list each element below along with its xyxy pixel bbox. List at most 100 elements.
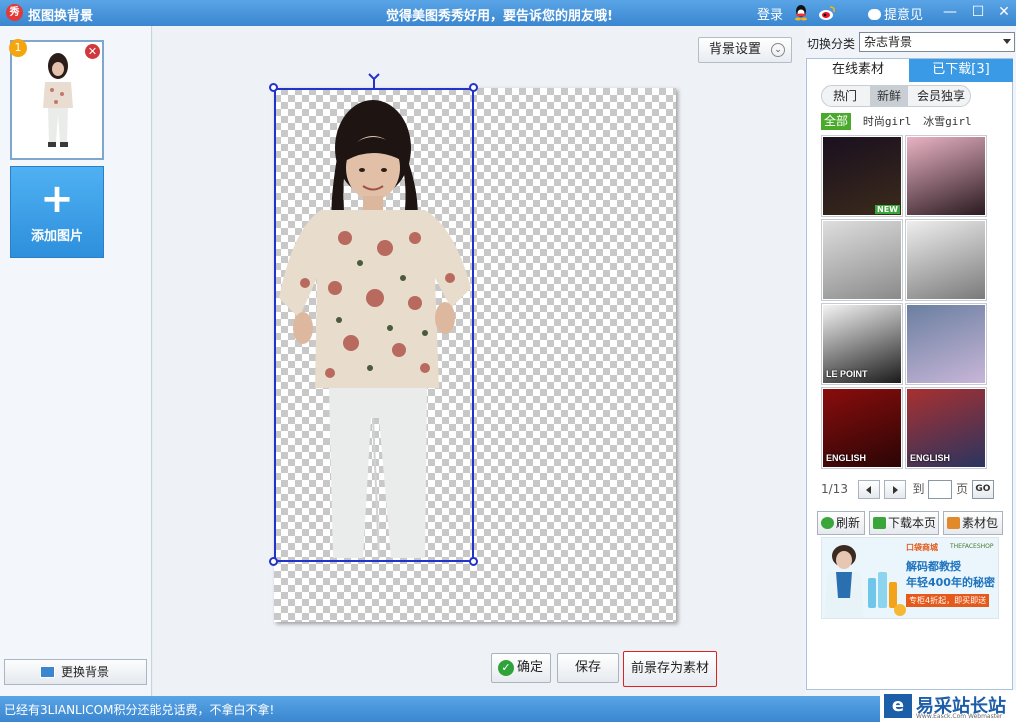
speech-bubble-icon	[868, 9, 881, 20]
material-tile-image	[907, 137, 985, 215]
selection-box[interactable]	[274, 88, 474, 562]
add-image-button[interactable]: + 添加图片	[10, 166, 104, 258]
slogan-text: 觉得美图秀秀好用，要告诉您的朋友哦!	[386, 9, 613, 24]
ad-cta: 专柜4折起，即买即送	[906, 594, 990, 607]
check-icon: ✓	[498, 660, 514, 676]
save-foreground-as-material-button[interactable]: 前景存为素材	[623, 651, 717, 687]
new-badge: NEW	[875, 205, 900, 214]
refresh-icon	[821, 517, 834, 529]
filter-bar: 全部 时尚girl 冰雪girl	[821, 113, 980, 130]
refresh-label: 刷新	[836, 516, 861, 530]
resize-handle-top-left[interactable]	[269, 83, 278, 92]
tab-downloaded[interactable]: 已下载[3]	[909, 59, 1013, 82]
refresh-button[interactable]: 刷新	[817, 511, 865, 535]
material-panel: 切换分类 杂志背景 在线素材 已下载[3] 热门 新鲜 会员独享 全部 时尚gi…	[805, 26, 1016, 696]
save-button[interactable]: 保存	[557, 653, 619, 683]
rotate-handle-icon[interactable]	[367, 72, 381, 88]
material-tile-caption: ENGLISH	[826, 453, 867, 463]
resize-handle-bottom-right[interactable]	[469, 557, 478, 566]
image-list-panel: 1 ✕ + 添加图片 更换背景	[0, 26, 152, 696]
site-logo-icon: e	[884, 694, 912, 718]
material-tile-image	[907, 305, 985, 383]
material-tile-image	[907, 221, 985, 299]
plus-icon: +	[40, 176, 74, 222]
maximize-button[interactable]: ☐	[968, 3, 988, 22]
category-value: 杂志背景	[864, 35, 913, 49]
change-background-label: 更换背景	[61, 665, 110, 679]
canvas-area: 背景设置 ⌄ ✓ 确定 保存 前景存为素材	[153, 26, 805, 696]
delete-icon[interactable]: ✕	[85, 44, 100, 59]
prev-page-button[interactable]	[857, 480, 880, 499]
material-tile-image: ENGLISH	[823, 389, 901, 467]
background-settings-label: 背景设置	[709, 42, 762, 57]
status-tip[interactable]: 已经有3LIANLICOM积分还能兑话费，不拿白不拿!	[4, 701, 274, 718]
filter-ice-girl[interactable]: 冰雪girl	[923, 113, 972, 130]
title-bar: 秀 抠图换背景 觉得美图秀秀好用，要告诉您的朋友哦! 登录 提意见 — ☐ ✕	[0, 0, 1016, 26]
category-select[interactable]: 杂志背景	[859, 32, 1015, 52]
material-box: 在线素材 已下载[3] 热门 新鲜 会员独享 全部 时尚girl 冰雪girl …	[806, 58, 1013, 690]
background-settings-dropdown[interactable]: 背景设置 ⌄	[698, 37, 792, 63]
next-page-button[interactable]	[883, 480, 906, 499]
site-watermark: e 易采站长站 Www.Easck.Com Webmaster	[880, 690, 1016, 722]
app-icon: 秀	[6, 4, 23, 21]
ad-headline-2: 年轻400年的秘密	[906, 576, 995, 589]
download-page-label: 下载本页	[888, 516, 937, 530]
subtab-member-exclusive[interactable]: 会员独享	[912, 86, 970, 106]
material-tile-image: NEW	[823, 137, 901, 215]
category-label: 切换分类	[807, 37, 856, 51]
subtab-new[interactable]: 新鲜	[870, 86, 908, 106]
advertisement-banner[interactable]: 口袋商城 THEFACESHOP 解码都教授 年轻400年的秘密 专柜4折起，即…	[821, 537, 999, 619]
window-title: 抠图换背景	[28, 9, 94, 24]
material-grid: NEW LE POINT ENGLISH ENGLISH	[821, 135, 989, 469]
page-suffix-label: 页	[956, 482, 969, 496]
login-link[interactable]: 登录	[757, 4, 783, 23]
package-icon	[947, 517, 960, 529]
page-info: 1/13	[821, 482, 848, 496]
confirm-button[interactable]: ✓ 确定	[491, 653, 551, 683]
material-tile-image	[823, 221, 901, 299]
goto-label: 到	[912, 482, 925, 496]
subtab-group: 热门 新鲜 会员独享	[821, 85, 971, 107]
qq-icon[interactable]	[793, 4, 809, 21]
material-tile[interactable]: ENGLISH	[905, 387, 987, 469]
filter-all[interactable]: 全部	[821, 113, 852, 130]
change-background-button[interactable]: 更换背景	[4, 659, 147, 685]
tab-online-materials[interactable]: 在线素材	[807, 59, 909, 82]
material-tile[interactable]	[905, 303, 987, 385]
feedback-link[interactable]: 提意见	[868, 4, 923, 23]
material-tile[interactable]: NEW	[821, 135, 903, 217]
chevron-left-icon	[865, 486, 871, 494]
pagination: 1/13 到 页 GO	[821, 480, 994, 499]
dropdown-arrow-icon	[1003, 39, 1011, 44]
material-tile[interactable]: LE POINT	[821, 303, 903, 385]
add-image-label: 添加图片	[30, 229, 83, 244]
ad-headline-1: 解码都教授	[906, 560, 961, 573]
close-button[interactable]: ✕	[994, 3, 1014, 22]
image-icon	[40, 666, 55, 678]
subtab-hot[interactable]: 热门	[826, 86, 864, 106]
material-tile[interactable]: ENGLISH	[821, 387, 903, 469]
page-number-input[interactable]	[928, 480, 953, 499]
download-page-button[interactable]: 下载本页	[869, 511, 939, 535]
go-button[interactable]: GO	[971, 480, 994, 499]
minimize-button[interactable]: —	[940, 3, 960, 22]
material-pack-label: 素材包	[962, 516, 999, 530]
material-tile[interactable]	[821, 219, 903, 301]
image-thumbnail[interactable]: 1 ✕	[9, 39, 104, 160]
resize-handle-bottom-left[interactable]	[269, 557, 278, 566]
material-tile-caption: LE POINT	[826, 369, 868, 379]
material-tile[interactable]	[905, 219, 987, 301]
download-icon	[873, 517, 886, 529]
ad-brand: 口袋商城	[906, 543, 938, 552]
status-bar: 已经有3LIANLICOM积分还能兑话费，不拿白不拿!	[0, 696, 1016, 722]
filter-fashion-girl[interactable]: 时尚girl	[863, 113, 912, 130]
weibo-icon[interactable]	[818, 4, 836, 21]
material-tile-image: ENGLISH	[907, 389, 985, 467]
thumbnail-number-badge: 1	[9, 39, 27, 57]
resize-handle-top-right[interactable]	[469, 83, 478, 92]
person-thumbnail	[43, 53, 73, 147]
material-tile[interactable]	[905, 135, 987, 217]
confirm-label: 确定	[516, 660, 543, 675]
material-pack-button[interactable]: 素材包	[943, 511, 1003, 535]
material-tile-image: LE POINT	[823, 305, 901, 383]
